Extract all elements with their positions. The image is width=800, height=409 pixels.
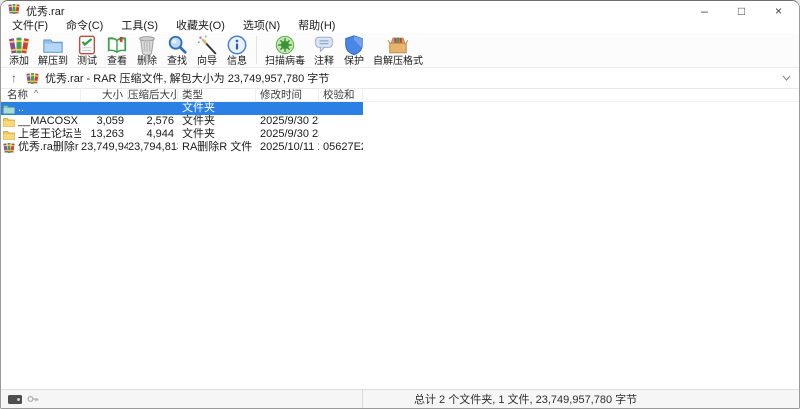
title-bar: 优秀.rar – □ × <box>1 1 799 20</box>
find-label: 查找 <box>167 56 187 67</box>
comment-icon <box>313 34 335 56</box>
window-controls: – □ × <box>686 1 799 20</box>
status-total-text: 总计 2 个文件夹, 1 文件, 23,749,957,780 字节 <box>363 391 637 407</box>
minimize-button[interactable]: – <box>686 1 723 20</box>
test-icon <box>76 34 98 56</box>
protect-label: 保护 <box>344 56 364 67</box>
file-name: __MACOSX <box>18 115 78 128</box>
delete-label: 删除 <box>137 56 157 67</box>
scan-virus-icon <box>274 34 296 56</box>
file-name: 优秀.ra删除r * <box>18 141 81 154</box>
protect-button[interactable]: 保护 <box>339 34 369 67</box>
winrar-window: 优秀.rar – □ × 文件(F) 命令(C) 工具(S) 收藏夹(O) 选项… <box>0 0 800 409</box>
column-header-name[interactable]: 名称 ^ <box>1 89 81 101</box>
file-modified: 2025/9/30 23:... <box>256 128 319 141</box>
info-icon <box>226 34 248 56</box>
extract-to-icon <box>42 34 64 56</box>
address-combobox[interactable]: 优秀.rar - RAR 压缩文件, 解包大小为 23,749,957,780 … <box>26 70 791 87</box>
column-header-packed-size[interactable]: 压缩后大小 <box>128 89 178 101</box>
file-packed-size: 4,944 <box>128 128 178 141</box>
find-icon <box>166 34 188 56</box>
menu-tools[interactable]: 工具(S) <box>112 20 167 33</box>
archive-path-text: 优秀.rar - RAR 压缩文件, 解包大小为 23,749,957,780 … <box>45 70 329 86</box>
test-label: 测试 <box>77 56 97 67</box>
file-type: RA删除R 文件 <box>178 141 256 154</box>
info-button[interactable]: 信息 <box>222 34 252 67</box>
toolbar: 添加 解压到 测试 <box>1 33 799 68</box>
column-header-type[interactable]: 类型 <box>178 89 256 101</box>
column-header-checksum[interactable]: 校验和 <box>319 89 363 101</box>
protect-icon <box>343 34 365 56</box>
folder-up-icon <box>3 103 15 115</box>
file-checksum: 05627E21 <box>319 141 363 154</box>
status-bar: 总计 2 个文件夹, 1 文件, 23,749,957,780 字节 <box>1 389 799 408</box>
view-label: 查看 <box>107 56 127 67</box>
view-button[interactable]: 查看 <box>102 34 132 67</box>
table-row-folder[interactable]: 上老王论坛当老王 13,263 4,944 文件夹 2025/9/30 23:.… <box>1 128 363 141</box>
info-label: 信息 <box>227 56 247 67</box>
status-bar-left <box>1 390 363 408</box>
file-type: 文件夹 <box>178 128 256 141</box>
scan-virus-label: 扫描病毒 <box>265 56 305 67</box>
address-bar: ↑ 优秀.rar - RAR 压缩文件, 解包大小为 23,749,957,78… <box>1 68 799 89</box>
file-type: 文件夹 <box>178 102 256 115</box>
add-archive-icon <box>8 34 30 56</box>
file-type: 文件夹 <box>178 115 256 128</box>
folder-icon <box>3 129 15 141</box>
key-icon[interactable] <box>27 394 39 404</box>
file-modified: 2025/10/11 1... <box>256 141 319 154</box>
table-row-macosx[interactable]: __MACOSX 3,059 2,576 文件夹 2025/9/30 23:..… <box>1 115 363 128</box>
column-header-row: 名称 ^ 大小 压缩后大小 类型 修改时间 校验和 <box>1 89 799 102</box>
menu-options[interactable]: 选项(N) <box>234 20 289 33</box>
wizard-icon <box>196 34 218 56</box>
up-one-level-button[interactable]: ↑ <box>11 71 17 85</box>
toolbar-separator <box>256 36 257 64</box>
column-header-modified[interactable]: 修改时间 <box>256 89 319 101</box>
delete-icon <box>136 34 158 56</box>
menu-file[interactable]: 文件(F) <box>3 20 57 33</box>
sfx-button[interactable]: 自解压格式 <box>369 34 427 67</box>
view-icon <box>106 34 128 56</box>
wizard-button[interactable]: 向导 <box>192 34 222 67</box>
file-size: 13,263 <box>81 128 128 141</box>
maximize-button[interactable]: □ <box>723 1 760 20</box>
menu-help[interactable]: 帮助(H) <box>289 20 344 33</box>
add-button[interactable]: 添加 <box>4 34 34 67</box>
file-packed-size: 23,794,813... <box>128 141 178 154</box>
delete-button[interactable]: 删除 <box>132 34 162 67</box>
sfx-icon <box>387 34 409 56</box>
column-header-size[interactable]: 大小 <box>81 89 128 101</box>
close-button[interactable]: × <box>760 1 797 20</box>
file-size: 23,749,941... <box>81 141 128 154</box>
winrar-logo-icon <box>8 2 20 20</box>
drive-icon[interactable] <box>8 395 22 404</box>
chevron-down-icon[interactable] <box>782 75 791 81</box>
file-packed-size: 2,576 <box>128 115 178 128</box>
find-button[interactable]: 查找 <box>162 34 192 67</box>
sort-ascending-icon: ^ <box>34 89 38 99</box>
add-label: 添加 <box>9 56 29 67</box>
file-list: .. 文件夹 __MACOSX 3,059 2,576 文件夹 2025 <box>1 102 799 389</box>
file-size: 3,059 <box>81 115 128 128</box>
menu-bar: 文件(F) 命令(C) 工具(S) 收藏夹(O) 选项(N) 帮助(H) <box>1 20 799 33</box>
window-title: 优秀.rar <box>26 3 65 19</box>
file-modified: 2025/9/30 23:... <box>256 115 319 128</box>
menu-favorites[interactable]: 收藏夹(O) <box>167 20 234 33</box>
menu-commands[interactable]: 命令(C) <box>57 20 112 33</box>
extract-to-button[interactable]: 解压到 <box>34 34 72 67</box>
archive-icon <box>26 72 39 85</box>
wizard-label: 向导 <box>197 56 217 67</box>
file-name: .. <box>18 102 24 115</box>
folder-icon <box>3 116 15 128</box>
table-row-parent-dir[interactable]: .. 文件夹 <box>1 102 363 115</box>
extract-to-label: 解压到 <box>38 56 68 67</box>
test-button[interactable]: 测试 <box>72 34 102 67</box>
sfx-label: 自解压格式 <box>373 56 423 67</box>
scan-virus-button[interactable]: 扫描病毒 <box>261 34 309 67</box>
comment-button[interactable]: 注释 <box>309 34 339 67</box>
rar-file-icon <box>3 142 15 154</box>
table-row-rar-file[interactable]: 优秀.ra删除r * 23,749,941... 23,794,813... R… <box>1 141 363 154</box>
file-name: 上老王论坛当老王 <box>18 128 81 141</box>
comment-label: 注释 <box>314 56 334 67</box>
